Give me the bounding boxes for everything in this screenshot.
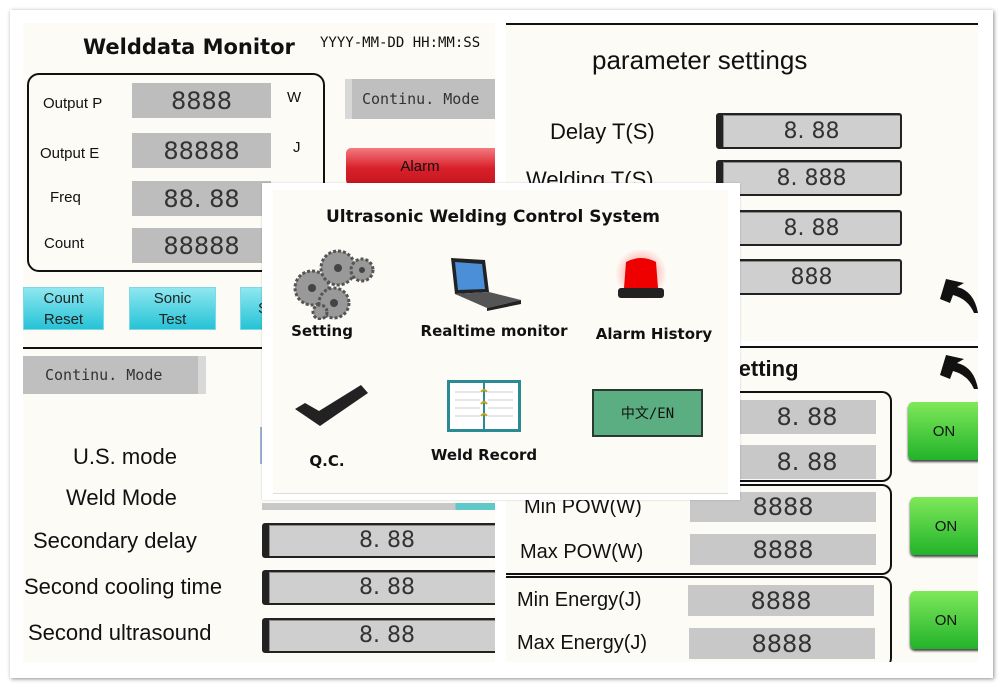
back-arrow-icon[interactable] [938,353,978,391]
menu-qc-label[interactable]: Q.C. [309,452,344,470]
monitor-title: Welddata Monitor [83,35,295,59]
params-title: parameter settings [592,45,808,75]
max-pow-label: Max POW(W) [520,541,644,563]
secondary-delay-value[interactable]: 8. 88 [262,523,495,558]
output-p-value: 8888 [132,83,271,118]
us-mode-label: U.S. mode [73,444,177,469]
max-pow-value[interactable]: 8888 [690,534,876,565]
max-energy-value[interactable]: 8888 [689,628,875,659]
alarm-button[interactable]: Alarm [346,148,495,185]
back-arrow-icon[interactable] [938,277,978,315]
welding-value[interactable]: 8. 888 [716,160,902,196]
count-value: 88888 [132,228,271,263]
output-e-unit: J [293,139,301,156]
sonic-test-button[interactable]: Sonic Test [129,287,216,330]
weld-mode-slider[interactable] [262,503,495,510]
param-3-value[interactable]: 8. 88 [716,210,902,246]
output-e-value: 88888 [132,133,271,168]
output-p-label: Output P [43,95,103,112]
language-toggle-button[interactable]: 中文/EN [592,389,703,437]
min-energy-value[interactable]: 8888 [688,585,874,616]
checkmark-icon[interactable] [295,385,369,427]
output-p-unit: W [287,89,302,106]
notebook-icon[interactable] [447,380,521,432]
freq-label: Freq [50,189,81,206]
second-ultrasound-value[interactable]: 8. 88 [262,618,495,653]
laptop-icon[interactable] [447,256,523,312]
toggle-on-2[interactable]: ON [910,497,978,555]
menu-setting-label[interactable]: Setting [291,322,353,340]
min-energy-label: Min Energy(J) [517,589,642,611]
secondary-delay-label: Secondary delay [33,528,197,553]
count-label: Count [44,235,85,252]
menu-title: Ultrasonic Welding Control System [325,207,661,227]
gears-icon[interactable] [290,248,376,320]
datetime: YYYY-MM-DD HH:MM:SS [320,35,481,51]
main-menu-card: Ultrasonic Welding Control System Settin… [262,183,740,500]
delay-value[interactable]: 8. 88 [716,113,902,149]
menu-weld-record-label[interactable]: Weld Record [431,446,537,464]
mode-display[interactable]: Continu. Mode [345,79,495,119]
main-menu-panel: Ultrasonic Welding Control System Settin… [273,190,728,494]
freq-value: 88. 88 [132,181,271,216]
secondary-mode-display[interactable]: Continu. Mode [23,356,206,394]
qc-value-1[interactable]: 8. 88 [738,400,876,434]
output-e-label: Output E [40,145,100,162]
toggle-on-1[interactable]: ON [908,402,978,460]
second-cooling-label: Second cooling time [24,574,223,599]
weld-mode-label: Weld Mode [66,485,177,510]
second-ultrasound-label: Second ultrasound [28,620,212,645]
count-reset-button[interactable]: Count Reset [23,287,104,330]
menu-alarm-history-label[interactable]: Alarm History [596,325,712,343]
delay-label: Delay T(S) [550,119,655,144]
menu-realtime-monitor-label[interactable]: Realtime monitor [421,322,568,340]
second-cooling-value[interactable]: 8. 88 [262,570,495,605]
qc-value-2[interactable]: 8. 88 [738,445,876,479]
max-energy-label: Max Energy(J) [517,632,648,654]
alarm-light-icon[interactable] [606,250,676,310]
param-4-value[interactable]: 888 [716,259,902,295]
toggle-on-3[interactable]: ON [910,591,978,649]
